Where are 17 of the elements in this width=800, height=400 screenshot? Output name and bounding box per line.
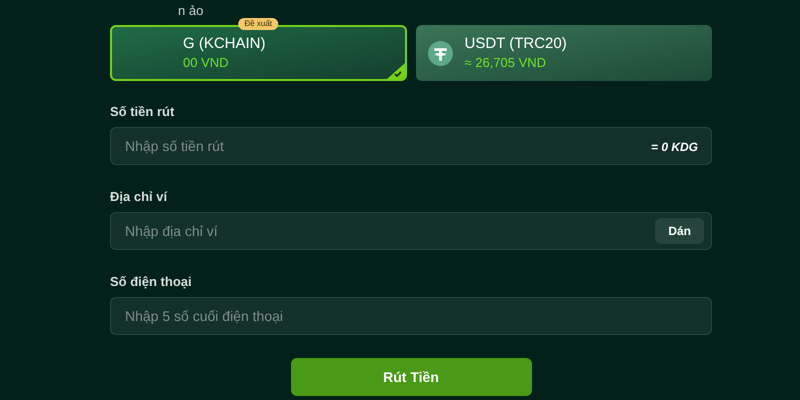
payment-option-card[interactable]: USDT (TRC20) ≈ 26,705 VND: [416, 25, 712, 81]
input-field[interactable]: Nhập 5 số cuối điện thoại: [110, 297, 712, 335]
recommended-badge: Đề xuất: [238, 18, 278, 30]
check-icon: [386, 63, 404, 79]
paste-button[interactable]: Dán: [655, 218, 704, 244]
option-name: G (KCHAIN): [183, 35, 266, 53]
field-label: Địa chỉ ví: [110, 188, 168, 206]
field-label: Số điện thoại: [110, 273, 193, 291]
withdraw-button[interactable]: Rút Tiền: [290, 358, 532, 396]
option-rate: 00 VND: [183, 55, 230, 71]
payment-option-card[interactable]: G (KCHAIN) 00 VND: [110, 25, 406, 81]
option-name: USDT (TRC20): [464, 35, 567, 53]
tether-icon: [428, 40, 452, 66]
field-label: Số tiền rút: [110, 103, 176, 121]
option-rate: ≈ 26,705 VND: [464, 55, 548, 71]
converted-amount: = 0 KDG: [650, 139, 698, 156]
section-label: n ảo: [178, 2, 204, 20]
